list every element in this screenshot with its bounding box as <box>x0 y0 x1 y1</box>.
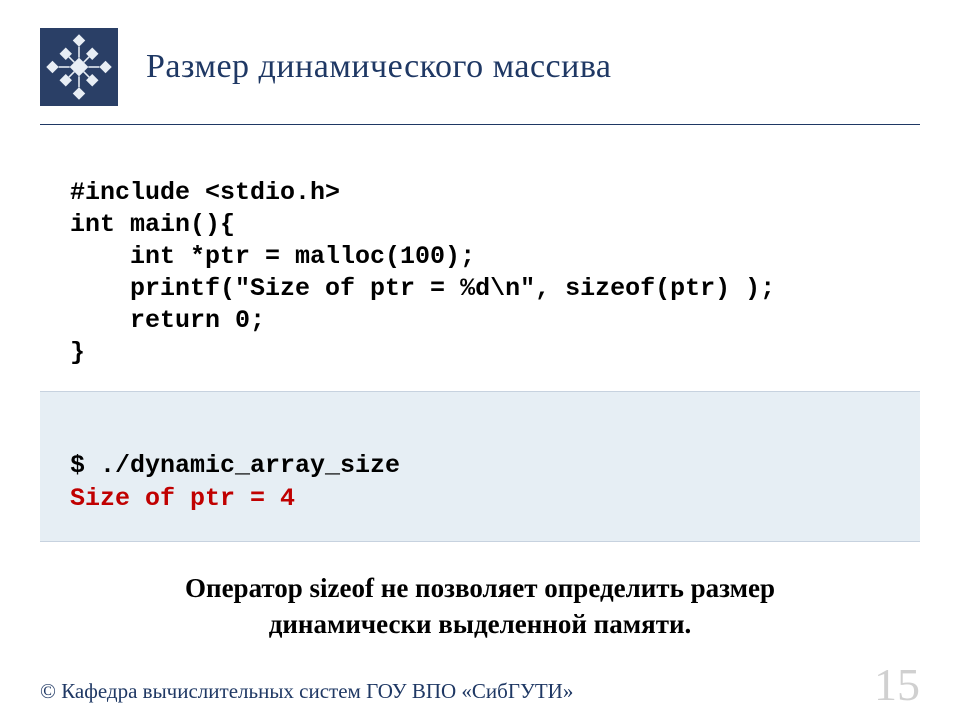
output-command: $ ./dynamic_array_size <box>70 451 400 480</box>
code-line: #include <stdio.h> <box>70 178 340 207</box>
output-result: Size of ptr = 4 <box>70 484 295 513</box>
terminal-output: $ ./dynamic_array_size Size of ptr = 4 <box>40 391 920 542</box>
code-line: } <box>70 338 85 367</box>
slide-header: Размер динамического массива <box>0 0 960 118</box>
source-code: #include <stdio.h> int main(){ int *ptr … <box>70 145 890 369</box>
code-line: int *ptr = malloc(100); <box>70 242 475 271</box>
code-line: int main(){ <box>70 210 235 239</box>
page-number: 15 <box>874 662 920 708</box>
code-line: return 0; <box>70 306 265 335</box>
slide-title: Размер динамического массива <box>146 48 612 86</box>
header-divider <box>40 124 920 125</box>
slide-footer: © Кафедра вычислительных систем ГОУ ВПО … <box>40 662 920 704</box>
note-line: Оператор sizeof не позволяет определить … <box>185 573 775 603</box>
code-line: printf("Size of ptr = %d\n", sizeof(ptr)… <box>70 274 775 303</box>
note-line: динамически выделенной памяти. <box>269 609 692 639</box>
copyright-text: © Кафедра вычислительных систем ГОУ ВПО … <box>40 679 573 704</box>
logo-icon <box>40 28 118 106</box>
explanation-text: Оператор sizeof не позволяет определить … <box>60 570 900 643</box>
